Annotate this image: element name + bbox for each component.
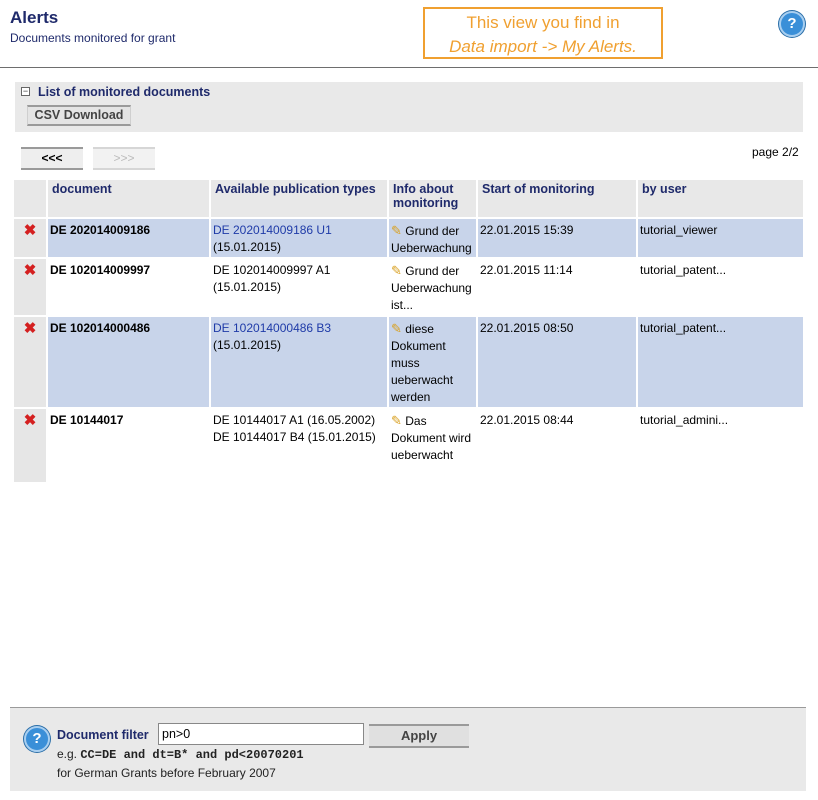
- help-icon[interactable]: ?: [779, 11, 805, 37]
- page-title: Alerts: [10, 8, 59, 27]
- monitored-documents-panel: − List of monitored documents CSV Downlo…: [15, 82, 803, 132]
- document-id: DE 202014009186: [46, 217, 210, 258]
- filter-example: e.g. CC=DE and dt=B* and pd<20070201: [57, 747, 304, 762]
- column-header-start[interactable]: Start of monitoring: [476, 180, 637, 218]
- delete-x-icon[interactable]: ✖: [24, 263, 37, 278]
- previous-page-button[interactable]: <<<: [21, 147, 83, 170]
- help-icon[interactable]: ?: [24, 726, 50, 752]
- pencil-icon[interactable]: ✎: [391, 320, 402, 337]
- column-header-user[interactable]: by user: [636, 180, 803, 218]
- info-text: Das Dokument wird ueberwacht: [391, 414, 472, 462]
- example-prefix: e.g.: [57, 747, 78, 761]
- start-monitoring: 22.01.2015 15:39: [476, 217, 637, 258]
- info-cell: ✎ diese Dokument muss ueberwacht werden: [387, 315, 477, 408]
- table-header-row: document Available publication types Inf…: [14, 180, 803, 218]
- filter-label: Document filter: [57, 728, 149, 742]
- publication-cell: DE 102014009997 A1 (15.01.2015): [209, 257, 388, 316]
- info-cell: ✎ Grund der Ueberwachung: [387, 217, 477, 258]
- publication-link[interactable]: DE 102014000486 B3: [213, 320, 385, 337]
- by-user: tutorial_patent...: [636, 315, 803, 408]
- document-id: DE 10144017: [46, 407, 210, 482]
- info-text: Grund der Ueberwachung: [391, 224, 472, 255]
- csv-download-button[interactable]: CSV Download: [27, 105, 131, 126]
- hint-line-2: Data import -> My Alerts.: [449, 37, 637, 56]
- filter-example-description: for German Grants before February 2007: [57, 766, 276, 780]
- publication-cell: DE 102014000486 B3 (15.01.2015): [209, 315, 388, 408]
- publication-date: (15.01.2015): [213, 280, 282, 294]
- delete-cell: ✖: [14, 407, 47, 482]
- pencil-icon[interactable]: ✎: [391, 262, 402, 279]
- table-row: ✖ DE 102014000486 DE 102014000486 B3 (15…: [14, 315, 803, 408]
- publication-link[interactable]: DE 202014009186 U1: [213, 222, 385, 239]
- publication-date: (15.01.2015): [213, 240, 282, 254]
- pencil-icon[interactable]: ✎: [391, 222, 402, 239]
- delete-cell: ✖: [14, 217, 47, 258]
- navigation-hint-box: This view you find in Data import -> My …: [423, 7, 663, 59]
- column-header-publication-types[interactable]: Available publication types: [209, 180, 388, 218]
- document-filter-input[interactable]: [158, 723, 364, 745]
- collapse-toggle-icon[interactable]: −: [21, 87, 30, 96]
- publication-date: (15.01.2015): [213, 338, 282, 352]
- apply-button[interactable]: Apply: [369, 724, 469, 748]
- by-user: tutorial_patent...: [636, 257, 803, 316]
- pencil-icon[interactable]: ✎: [391, 412, 402, 429]
- publication-text: DE 102014009997 A1: [213, 263, 331, 277]
- delete-x-icon[interactable]: ✖: [24, 223, 37, 238]
- delete-x-icon[interactable]: ✖: [24, 321, 37, 336]
- info-cell: ✎ Das Dokument wird ueberwacht: [387, 407, 477, 482]
- start-monitoring: 22.01.2015 08:50: [476, 315, 637, 408]
- by-user: tutorial_viewer: [636, 217, 803, 258]
- example-code: CC=DE and dt=B* and pd<20070201: [80, 748, 304, 762]
- start-monitoring: 22.01.2015 08:44: [476, 407, 637, 482]
- delete-cell: ✖: [14, 315, 47, 408]
- table-row: ✖ DE 202014009186 DE 202014009186 U1 (15…: [14, 217, 803, 258]
- publication-text: DE 10144017 A1 (16.05.2002): [213, 413, 376, 427]
- column-header-document[interactable]: document: [46, 180, 210, 218]
- document-id: DE 102014009997: [46, 257, 210, 316]
- page-indicator: page 2/2: [752, 145, 799, 159]
- info-text: Grund der Ueberwachung ist...: [391, 264, 472, 312]
- publication-cell: DE 202014009186 U1 (15.01.2015): [209, 217, 388, 258]
- table-row: ✖ DE 10144017 DE 10144017 A1 (16.05.2002…: [14, 407, 803, 482]
- publication-cell: DE 10144017 A1 (16.05.2002) DE 10144017 …: [209, 407, 388, 482]
- column-header-info[interactable]: Info about monitoring: [387, 180, 477, 218]
- delete-cell: ✖: [14, 257, 47, 316]
- panel-title: List of monitored documents: [38, 85, 211, 99]
- start-monitoring: 22.01.2015 11:14: [476, 257, 637, 316]
- monitored-documents-table: document Available publication types Inf…: [14, 180, 803, 482]
- by-user: tutorial_admini...: [636, 407, 803, 482]
- hint-line-1: This view you find in: [466, 13, 620, 32]
- document-filter-panel: ? Document filter Apply e.g. CC=DE and d…: [10, 707, 806, 791]
- page-header: Alerts Documents monitored for grant Thi…: [0, 0, 818, 68]
- document-id: DE 102014000486: [46, 315, 210, 408]
- next-page-button[interactable]: >>>: [93, 147, 155, 170]
- table-row: ✖ DE 102014009997 DE 102014009997 A1 (15…: [14, 257, 803, 316]
- header-delete-column: [14, 180, 47, 218]
- delete-x-icon[interactable]: ✖: [24, 413, 37, 428]
- publication-text: DE 10144017 B4 (15.01.2015): [213, 430, 376, 444]
- page-subtitle: Documents monitored for grant: [10, 31, 176, 45]
- info-cell: ✎ Grund der Ueberwachung ist...: [387, 257, 477, 316]
